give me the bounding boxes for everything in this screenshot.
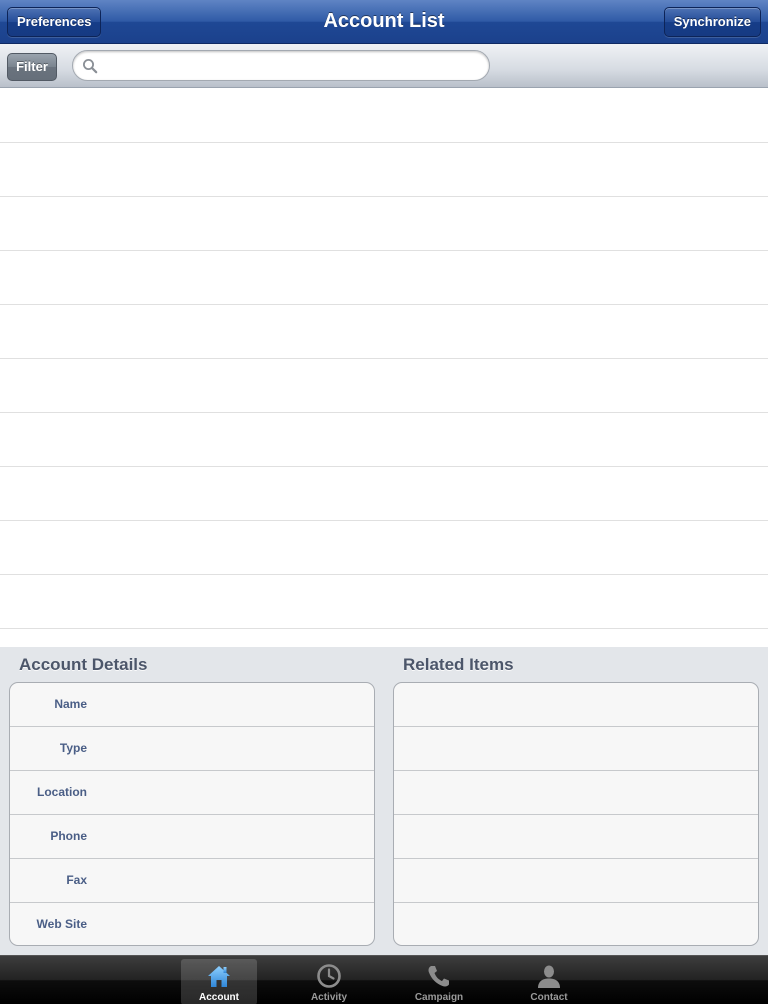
- related-item-row[interactable]: [394, 771, 758, 815]
- person-icon: [538, 965, 560, 988]
- related-item-row[interactable]: [394, 815, 758, 859]
- synchronize-button[interactable]: Synchronize: [663, 7, 761, 37]
- tab-campaign[interactable]: Campaign: [401, 959, 477, 1004]
- related-items-title: Related Items: [403, 655, 514, 674]
- detail-row-name: Name: [10, 683, 374, 727]
- detail-row-phone: Phone: [10, 815, 374, 859]
- list-item[interactable]: [0, 575, 768, 629]
- list-item[interactable]: [0, 629, 768, 647]
- detail-label: Phone: [50, 829, 87, 843]
- detail-label: Type: [59, 741, 87, 755]
- search-field[interactable]: [72, 50, 490, 81]
- detail-row-fax: Fax: [10, 859, 374, 903]
- account-details-title: Account Details: [19, 655, 148, 674]
- list-item[interactable]: [0, 521, 768, 575]
- detail-label: Location: [37, 785, 87, 799]
- page-title: Account List: [323, 10, 445, 32]
- detail-row-location: Location: [10, 771, 374, 815]
- related-item-row[interactable]: [394, 683, 758, 727]
- phone-icon: [428, 966, 449, 987]
- detail-label: Name: [54, 697, 87, 711]
- list-item[interactable]: [0, 143, 768, 197]
- related-item-row[interactable]: [394, 727, 758, 771]
- detail-row-type: Type: [10, 727, 374, 771]
- tab-label: Account: [199, 992, 239, 1003]
- tab-activity[interactable]: Activity: [291, 959, 367, 1004]
- tab-label: Contact: [530, 992, 568, 1003]
- search-input[interactable]: [103, 55, 479, 77]
- detail-row-website: Web Site: [10, 903, 374, 945]
- related-item-row[interactable]: [394, 859, 758, 903]
- tab-label: Activity: [310, 992, 348, 1003]
- tab-bar: Account Activity Campaign Contact: [0, 955, 768, 1004]
- detail-label: Web Site: [36, 917, 87, 931]
- list-item[interactable]: [0, 305, 768, 359]
- house-icon: [208, 966, 230, 987]
- clock-icon: [317, 964, 341, 988]
- filter-button[interactable]: Filter: [7, 53, 57, 81]
- list-item[interactable]: [0, 467, 768, 521]
- list-item[interactable]: [0, 359, 768, 413]
- tab-contact[interactable]: Contact: [511, 959, 587, 1004]
- account-details-group: Name Type Location Phone Fax Web Site: [9, 682, 375, 946]
- related-item-row[interactable]: [394, 903, 758, 945]
- related-items-group: [393, 682, 759, 946]
- list-item[interactable]: [0, 251, 768, 305]
- account-list: [0, 89, 768, 647]
- tab-label: Campaign: [414, 992, 464, 1003]
- list-item[interactable]: [0, 413, 768, 467]
- search-icon: [83, 59, 98, 74]
- tab-account[interactable]: Account: [181, 959, 257, 1004]
- detail-label: Fax: [66, 873, 87, 887]
- list-item[interactable]: [0, 89, 768, 143]
- details-panel: Account Details Related Items Name Type …: [0, 647, 768, 955]
- list-item[interactable]: [0, 197, 768, 251]
- navigation-bar: Preferences Account List Synchronize: [0, 0, 768, 44]
